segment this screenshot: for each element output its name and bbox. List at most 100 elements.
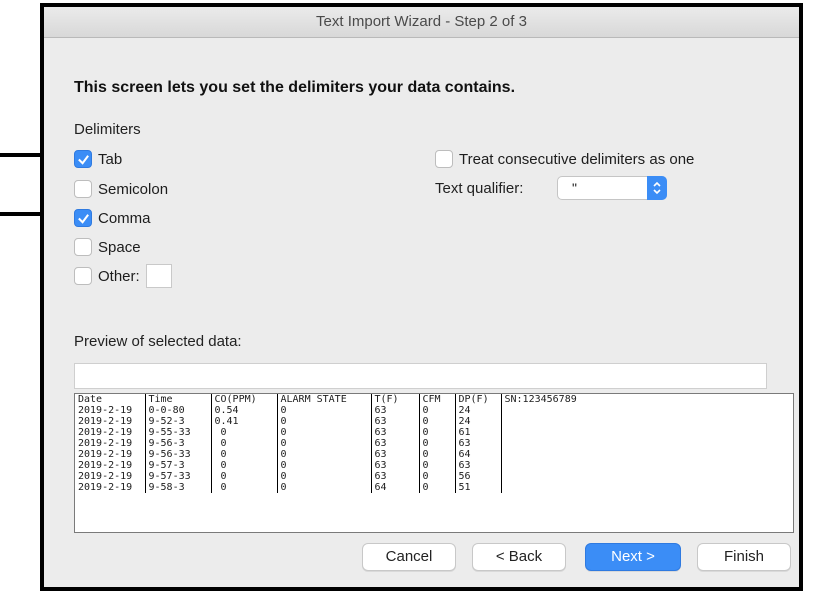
table-cell: 2019-2-19 — [75, 416, 146, 427]
table-cell: 0 — [277, 427, 372, 438]
tab-checkbox[interactable] — [74, 150, 92, 168]
checkmark-icon — [77, 154, 89, 165]
table-cell: 63 — [371, 416, 420, 427]
table-row: Date Time CO(PPM) ALARM STATE T(F) CFM DP(F) SN… — [75, 394, 791, 405]
table-cell — [501, 438, 791, 449]
table-cell — [501, 427, 791, 438]
table-row: 2019-2-19 9-57-33 0 0 63 0 56 — [75, 471, 791, 482]
table-cell: 61 — [455, 427, 502, 438]
other-checkbox-row[interactable]: Other: — [74, 264, 172, 288]
table-cell: 51 — [455, 482, 502, 493]
table-row: 2019-2-19 9-58-3 0 0 64 0 51 — [75, 482, 791, 493]
table-cell: T(F) — [371, 394, 420, 405]
table-cell — [501, 449, 791, 460]
table-cell: 0 — [419, 460, 456, 471]
space-checkbox-row[interactable]: Space — [74, 238, 141, 256]
table-cell: CFM — [419, 394, 456, 405]
cancel-button[interactable]: Cancel — [362, 543, 456, 571]
table-cell: 0 — [277, 471, 372, 482]
text-qualifier-value: " — [572, 180, 577, 196]
table-cell: 2019-2-19 — [75, 405, 146, 416]
tab-checkbox-label: Tab — [98, 150, 123, 168]
finish-button[interactable]: Finish — [697, 543, 791, 571]
table-cell: 0 — [419, 416, 456, 427]
other-checkbox-label: Other: — [98, 267, 140, 285]
table-row: 2019-2-19 9-57-3 0 0 63 0 63 — [75, 460, 791, 471]
table-cell: 64 — [455, 449, 502, 460]
table-cell: 9-58-3 — [145, 482, 212, 493]
text-qualifier-label: Text qualifier: — [435, 180, 524, 197]
next-button[interactable]: Next > — [585, 543, 681, 571]
table-cell: ALARM STATE — [277, 394, 372, 405]
table-cell: 0 — [277, 438, 372, 449]
table-cell: 63 — [371, 449, 420, 460]
table-cell: SN:123456789 — [504, 394, 577, 405]
table-cell — [501, 405, 791, 416]
table-row: 2019-2-19 9-55-33 0 0 63 0 61 — [75, 427, 791, 438]
preview-header-bar — [74, 363, 767, 389]
back-button[interactable]: < Back — [472, 543, 566, 571]
comma-checkbox[interactable] — [74, 209, 92, 227]
table-cell: 9-57-33 — [145, 471, 212, 482]
table-cell: 2019-2-19 — [75, 438, 146, 449]
table-cell: 0.54 — [211, 405, 278, 416]
space-checkbox-label: Space — [98, 238, 141, 256]
table-cell: 0 — [211, 427, 278, 438]
table-cell: 0 — [419, 427, 456, 438]
window-title: Text Import Wizard - Step 2 of 3 — [44, 7, 799, 38]
table-cell: 2019-2-19 — [75, 427, 146, 438]
table-cell: 63 — [371, 471, 420, 482]
table-cell: 9-55-33 — [145, 427, 212, 438]
semicolon-checkbox[interactable] — [74, 180, 92, 198]
table-cell: DP(F) — [455, 394, 502, 405]
table-cell: 0 — [277, 482, 372, 493]
text-qualifier-select[interactable]: " — [557, 176, 667, 200]
table-cell: 63 — [371, 427, 420, 438]
table-cell: 0 — [277, 460, 372, 471]
consecutive-delimiters-checkbox[interactable] — [435, 150, 453, 168]
comma-checkbox-label: Comma — [98, 209, 151, 227]
preview-grid: Date Time CO(PPM) ALARM STATE T(F) CFM DP(F) SN… — [75, 394, 791, 493]
table-cell: 0 — [419, 482, 456, 493]
table-cell: 0 — [211, 449, 278, 460]
data-preview-table[interactable]: Date Time CO(PPM) ALARM STATE T(F) CFM DP(F) SN… — [74, 393, 794, 533]
table-row: 2019-2-19 9-56-3 0 0 63 0 63 — [75, 438, 791, 449]
table-cell: 2019-2-19 — [75, 449, 146, 460]
table-cell: 0 — [419, 405, 456, 416]
table-cell: 0 — [419, 471, 456, 482]
chevron-updown-icon — [647, 176, 667, 200]
table-cell: 9-56-33 — [145, 449, 212, 460]
table-cell: 24 — [455, 416, 502, 427]
table-cell: 63 — [455, 460, 502, 471]
table-cell: 0.41 — [211, 416, 278, 427]
table-cell: 9-56-3 — [145, 438, 212, 449]
dialog-heading: This screen lets you set the delimiters … — [74, 79, 516, 96]
table-row: 2019-2-19 9-52-3 0.41 0 63 0 24 — [75, 416, 791, 427]
table-cell: Time — [145, 394, 212, 405]
table-cell: 63 — [371, 460, 420, 471]
space-checkbox[interactable] — [74, 238, 92, 256]
table-cell: 0 — [277, 416, 372, 427]
table-cell: 2019-2-19 — [75, 460, 146, 471]
table-cell: 2019-2-19 — [75, 471, 146, 482]
table-cell: 0 — [211, 460, 278, 471]
table-cell — [501, 460, 791, 471]
delimiters-label: Delimiters — [74, 121, 141, 138]
table-cell: 0 — [211, 482, 278, 493]
table-cell: 63 — [371, 405, 420, 416]
semicolon-checkbox-row[interactable]: Semicolon — [74, 180, 168, 198]
table-cell: Date — [75, 394, 146, 405]
table-cell: 0 — [211, 438, 278, 449]
consecutive-delimiters-row[interactable]: Treat consecutive delimiters as one — [435, 150, 694, 168]
checkmark-icon — [77, 213, 89, 224]
preview-label: Preview of selected data: — [74, 333, 242, 350]
table-cell: 63 — [371, 438, 420, 449]
table-row: 2019-2-19 9-56-33 0 0 63 0 64 — [75, 449, 791, 460]
other-delimiter-input[interactable] — [145, 264, 172, 288]
other-checkbox[interactable] — [74, 267, 92, 285]
tab-checkbox-row[interactable]: Tab — [74, 150, 122, 168]
table-cell: 9-57-3 — [145, 460, 212, 471]
consecutive-delimiters-label: Treat consecutive delimiters as one — [459, 150, 695, 168]
table-cell: 24 — [455, 405, 502, 416]
comma-checkbox-row[interactable]: Comma — [74, 209, 151, 227]
